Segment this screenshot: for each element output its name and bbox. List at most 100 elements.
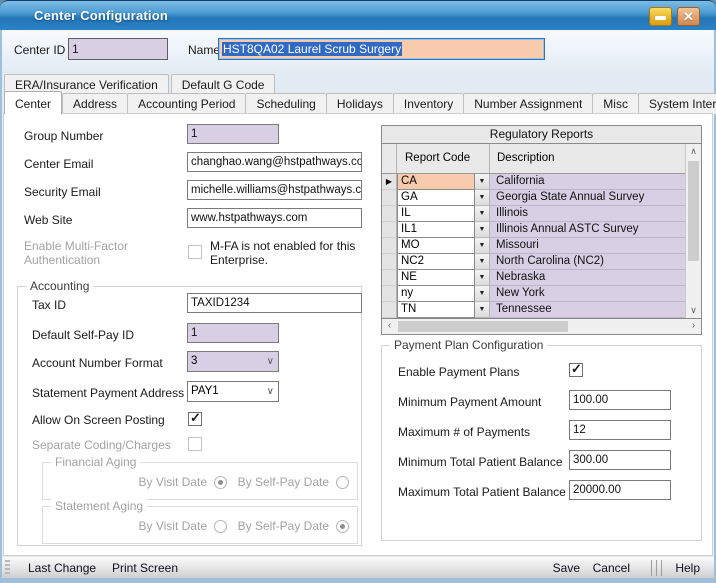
grid-horizontal-scrollbar[interactable]: ‹ › <box>382 318 701 334</box>
maximum-total-patient-balance-field[interactable]: 20000.00 <box>569 480 671 500</box>
table-row[interactable]: IL1▼Illinois Annual ASTC Survey <box>382 222 685 238</box>
row-selector[interactable] <box>382 286 397 302</box>
vertical-scroll-thumb[interactable] <box>688 161 699 261</box>
maximum-payments-field[interactable]: 12 <box>569 420 671 440</box>
name-selected-text: HST8QA02 Laurel Scrub Surgery <box>222 42 402 56</box>
dropdown-arrow-icon[interactable]: ▼ <box>475 174 490 190</box>
horizontal-scroll-thumb[interactable] <box>398 321 568 332</box>
center-email-field[interactable]: changhao.wang@hstpathways.com <box>187 152 362 172</box>
tab-holidays[interactable]: Holidays <box>326 93 393 114</box>
report-code-cell[interactable]: GA <box>397 190 475 206</box>
payment-plan-groupbox: Payment Plan Configuration Enable Paymen… <box>381 345 702 541</box>
center-id-field[interactable]: 1 <box>68 38 168 60</box>
row-selector[interactable] <box>382 302 397 318</box>
tab-address[interactable]: Address <box>62 93 127 114</box>
description-cell[interactable]: Illinois Annual ASTC Survey <box>490 222 685 238</box>
cancel-button[interactable]: Cancel <box>593 561 630 575</box>
dropdown-arrow-icon[interactable]: ▼ <box>475 286 490 302</box>
table-row[interactable]: NC2▼North Carolina (NC2) <box>382 254 685 270</box>
tab-system-interface[interactable]: System Interface <box>638 93 716 114</box>
financial-aging-groupbox: Financial Aging By Visit Date By Self-Pa… <box>42 462 358 500</box>
description-cell[interactable]: North Carolina (NC2) <box>490 254 685 270</box>
dropdown-arrow-icon[interactable]: ▼ <box>475 302 490 318</box>
minimum-total-patient-balance-field[interactable]: 300.00 <box>569 450 671 470</box>
name-field[interactable]: HST8QA02 Laurel Scrub Surgery <box>218 38 545 60</box>
close-button[interactable]: ✕ <box>677 7 700 26</box>
report-code-cell[interactable]: MO <box>397 238 475 254</box>
dropdown-arrow-icon[interactable]: ▼ <box>475 190 490 206</box>
row-indicator-arrow-icon[interactable]: ▶ <box>382 174 397 190</box>
report-code-cell[interactable]: NC2 <box>397 254 475 270</box>
grid-header-report-code[interactable]: Report Code <box>397 144 490 173</box>
account-number-format-combo[interactable]: 3 ∨ <box>187 351 279 372</box>
report-code-cell[interactable]: TN <box>397 302 475 318</box>
dropdown-arrow-icon[interactable]: ▼ <box>475 222 490 238</box>
description-cell[interactable]: Tennessee <box>490 302 685 318</box>
save-button[interactable]: Save <box>553 561 580 575</box>
table-row[interactable]: MO▼Missouri <box>382 238 685 254</box>
dropdown-arrow-icon[interactable]: ▼ <box>475 254 490 270</box>
mfa-checkbox: ✓ <box>188 245 202 259</box>
minimize-button[interactable] <box>649 7 672 26</box>
minimum-payment-amount-field[interactable]: 100.00 <box>569 390 671 410</box>
table-row[interactable]: ▶CA▼California <box>382 174 685 190</box>
scroll-left-icon[interactable]: ‹ <box>382 319 397 334</box>
default-self-pay-id-field[interactable]: 1 <box>187 323 279 343</box>
toolbar-grip[interactable] <box>5 560 10 576</box>
allow-on-screen-posting-checkbox[interactable]: ✓ <box>188 412 202 426</box>
last-change-button[interactable]: Last Change <box>28 561 96 575</box>
tax-id-field[interactable]: TAXID1234 <box>187 293 362 313</box>
minimum-total-patient-balance-label: Minimum Total Patient Balance <box>398 455 563 469</box>
scroll-up-icon[interactable]: ∧ <box>686 144 701 159</box>
statement-payment-address-combo[interactable]: PAY1 ∨ <box>187 381 279 402</box>
tab-number-assignment[interactable]: Number Assignment <box>463 93 592 114</box>
tab-center[interactable]: Center <box>4 91 62 114</box>
dropdown-arrow-icon[interactable]: ▼ <box>475 270 490 286</box>
table-row[interactable]: GA▼Georgia State Annual Survey <box>382 190 685 206</box>
row-selector[interactable] <box>382 270 397 286</box>
grid-header-description[interactable]: Description <box>490 144 685 173</box>
description-cell[interactable]: California <box>490 174 685 190</box>
print-screen-button[interactable]: Print Screen <box>112 561 178 575</box>
tab-scheduling[interactable]: Scheduling <box>245 93 325 114</box>
maximum-total-patient-balance-label: Maximum Total Patient Balance <box>398 485 566 499</box>
table-row[interactable]: NE▼Nebraska <box>382 270 685 286</box>
row-selector[interactable] <box>382 254 397 270</box>
description-cell[interactable]: Missouri <box>490 238 685 254</box>
report-code-cell[interactable]: IL1 <box>397 222 475 238</box>
tab-misc[interactable]: Misc <box>592 93 638 114</box>
dropdown-arrow-icon[interactable]: ▼ <box>475 238 490 254</box>
row-selector[interactable] <box>382 222 397 238</box>
table-row[interactable]: TN▼Tennessee <box>382 302 685 318</box>
table-row[interactable]: IL▼Illinois <box>382 206 685 222</box>
row-selector[interactable] <box>382 206 397 222</box>
title-bar[interactable]: Center Configuration ✕ <box>0 0 716 30</box>
scroll-down-icon[interactable]: ∨ <box>686 303 701 318</box>
tab-inventory[interactable]: Inventory <box>393 93 463 114</box>
security-email-field[interactable]: michelle.williams@hstpathways.com <box>187 180 362 200</box>
help-button[interactable]: Help <box>675 561 700 575</box>
dropdown-arrow-icon[interactable]: ▼ <box>475 206 490 222</box>
report-code-cell[interactable]: IL <box>397 206 475 222</box>
scroll-right-icon[interactable]: › <box>686 319 701 334</box>
row-selector[interactable] <box>382 238 397 254</box>
report-code-cell[interactable]: NE <box>397 270 475 286</box>
group-number-field[interactable]: 1 <box>187 124 279 144</box>
row-selector[interactable] <box>382 190 397 206</box>
tab-default-g-code[interactable]: Default G Code <box>171 74 276 94</box>
chevron-down-icon: ∨ <box>267 382 274 401</box>
table-row[interactable]: ny▼New York <box>382 286 685 302</box>
statement-payment-address-value: PAY1 <box>191 385 219 397</box>
statement-aging-title: Statement Aging <box>51 499 147 513</box>
web-site-field[interactable]: www.hstpathways.com <box>187 208 362 228</box>
description-cell[interactable]: New York <box>490 286 685 302</box>
grid-vertical-scrollbar[interactable]: ∧ ∨ <box>685 144 701 318</box>
minimize-icon <box>655 16 666 20</box>
enable-payment-plans-checkbox[interactable]: ✓ <box>569 363 583 377</box>
report-code-cell[interactable]: CA <box>397 174 475 190</box>
tab-accounting-period[interactable]: Accounting Period <box>127 93 245 114</box>
description-cell[interactable]: Nebraska <box>490 270 685 286</box>
description-cell[interactable]: Illinois <box>490 206 685 222</box>
description-cell[interactable]: Georgia State Annual Survey <box>490 190 685 206</box>
report-code-cell[interactable]: ny <box>397 286 475 302</box>
